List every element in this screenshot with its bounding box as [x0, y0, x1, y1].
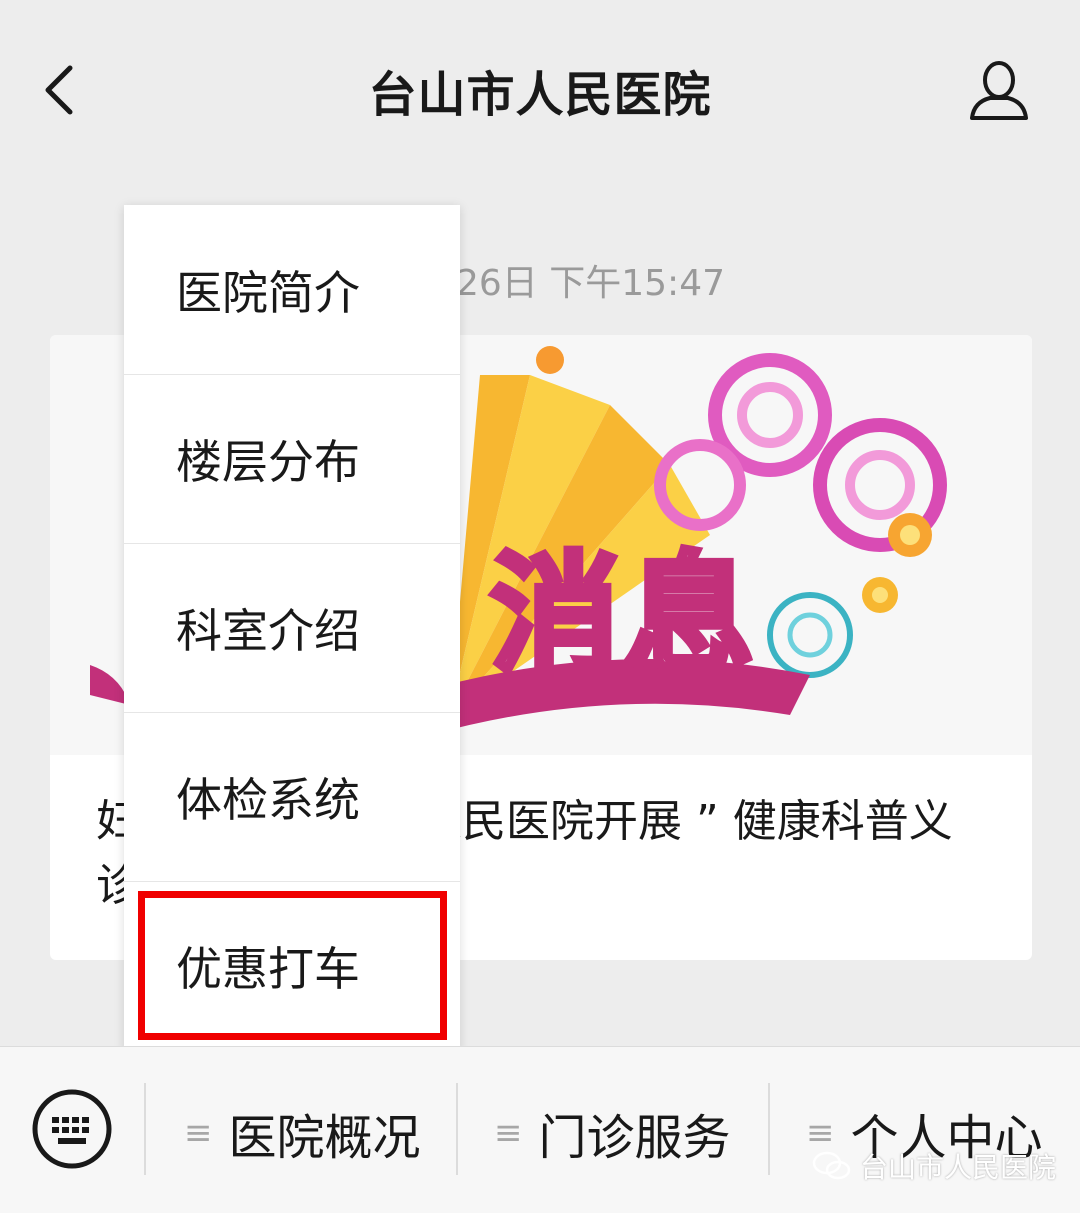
tab-separator: [456, 1083, 458, 1175]
menu-item-department-intro[interactable]: 科室介绍: [124, 543, 460, 712]
tab-outpatient-services[interactable]: ≡ 门诊服务: [494, 1093, 731, 1173]
wechat-icon: [812, 1151, 851, 1180]
tab-hospital-overview[interactable]: ≡ 医院概况: [184, 1093, 421, 1173]
message-timestamp: 26日 下午15:47: [456, 263, 725, 304]
watermark-text: 台山市人民医院: [860, 1151, 1057, 1184]
menu-item-floor-layout[interactable]: 楼层分布: [124, 374, 460, 543]
tab-separator: [144, 1083, 146, 1175]
menu-item-hospital-intro[interactable]: 医院简介: [124, 205, 460, 374]
top-navigation: 台山市人民医院: [0, 0, 1080, 180]
page-title: 台山市人民医院: [368, 67, 712, 123]
tab-label: 医院概况: [228, 1110, 421, 1166]
bottom-menu-bar: ≡ 医院概况 ≡ 门诊服务 ≡ 个人中心: [0, 1046, 1080, 1213]
highlight-box: [138, 891, 447, 1040]
menu-lines-icon: ≡: [184, 1113, 213, 1153]
tab-label: 门诊服务: [538, 1110, 731, 1166]
user-icon: [970, 61, 1028, 120]
menu-item-health-checkup[interactable]: 体检系统: [124, 712, 460, 881]
wechat-watermark: 台山市人民医院: [812, 1146, 1056, 1186]
menu-lines-icon: ≡: [494, 1113, 523, 1153]
keyboard-icon: [32, 1089, 112, 1169]
tab-separator: [768, 1083, 770, 1175]
cover-title-text: 消息: [487, 536, 759, 694]
keyboard-toggle-button[interactable]: [30, 1087, 114, 1171]
profile-button[interactable]: [964, 58, 1034, 124]
